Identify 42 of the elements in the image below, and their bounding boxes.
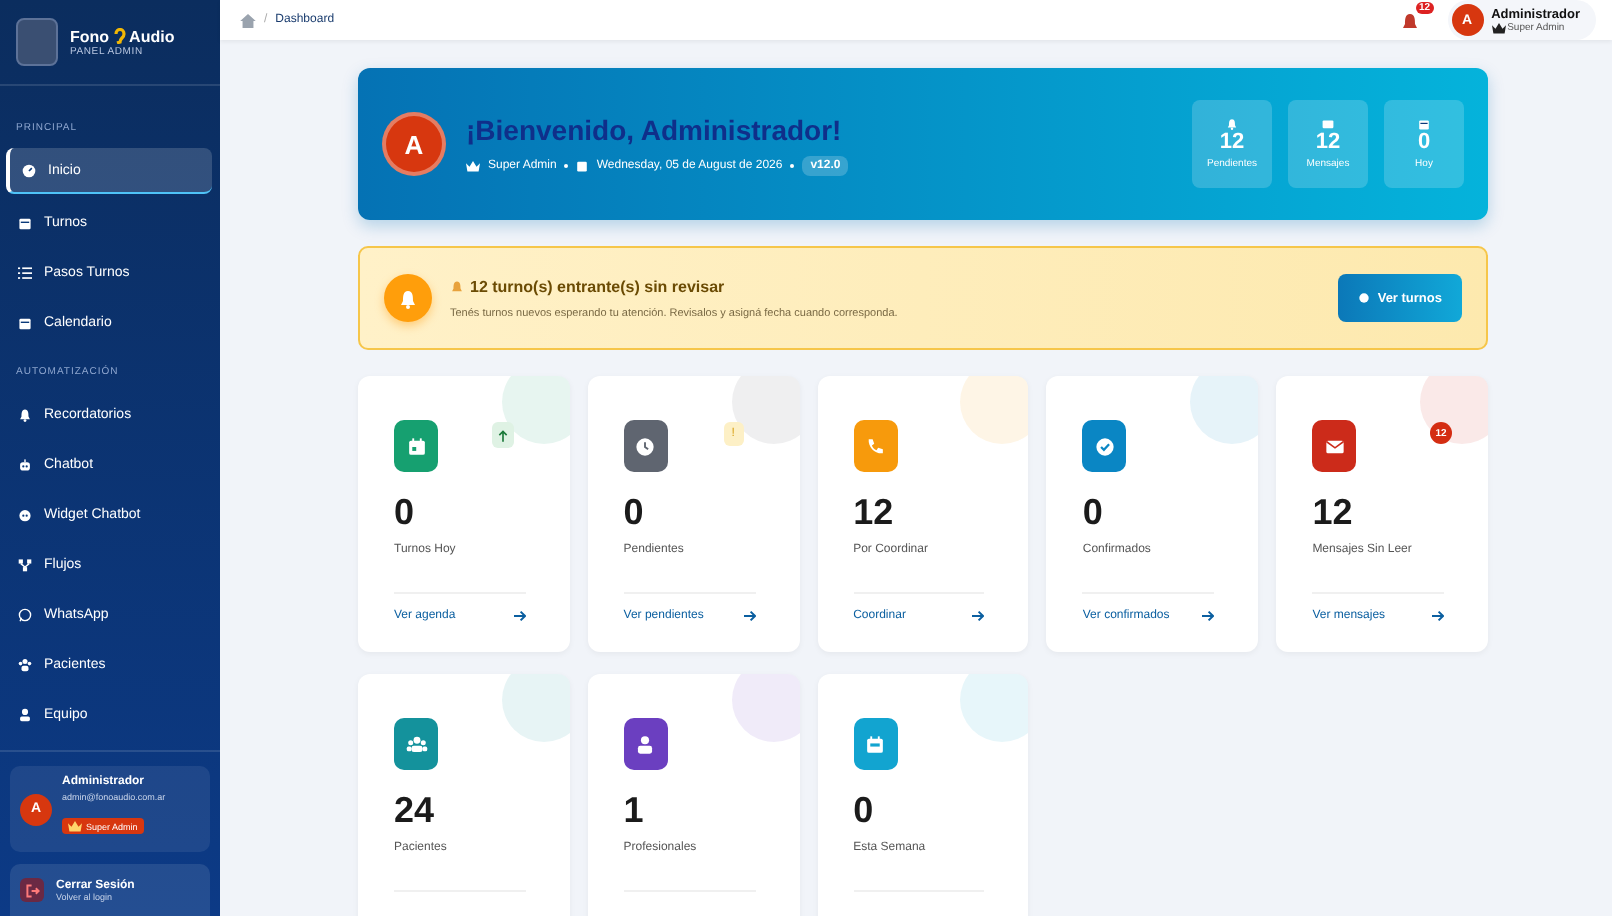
stat-value: 12 bbox=[1312, 492, 1355, 534]
list-icon bbox=[18, 265, 32, 279]
crown-icon bbox=[1491, 21, 1506, 33]
people-icon bbox=[18, 657, 32, 671]
bell-icon bbox=[1226, 118, 1238, 130]
chat-icon bbox=[18, 607, 32, 621]
phone-icon bbox=[864, 435, 887, 457]
home-icon[interactable] bbox=[240, 13, 256, 27]
arrow-icon[interactable] bbox=[513, 610, 526, 622]
crown-icon bbox=[466, 159, 480, 171]
alert-title: 12 turno(s) entrante(s) sin revisar bbox=[470, 277, 725, 295]
arrow-icon[interactable] bbox=[972, 610, 985, 622]
stat-value: 0 bbox=[853, 790, 876, 832]
robot-icon bbox=[18, 457, 32, 471]
dashboard-icon bbox=[22, 163, 36, 177]
clock-icon bbox=[634, 435, 657, 457]
arrow-icon[interactable] bbox=[743, 610, 756, 622]
stat-value: 12 bbox=[853, 492, 896, 534]
stat-value: 1 bbox=[623, 790, 646, 832]
stat-value: 0 bbox=[394, 492, 417, 534]
welcome-title: ¡Bienvenido, Administrador! bbox=[466, 113, 844, 145]
brand-name: Fono bbox=[70, 27, 110, 45]
stat-value: 24 bbox=[394, 790, 437, 832]
robot-icon bbox=[18, 507, 32, 521]
network-icon bbox=[18, 557, 32, 571]
logo-icon bbox=[16, 18, 58, 66]
ear-icon bbox=[113, 28, 126, 44]
person-icon bbox=[634, 733, 657, 755]
bell-icon bbox=[18, 407, 32, 421]
arrow-icon[interactable] bbox=[1432, 610, 1444, 622]
stat-value: 0 bbox=[623, 492, 646, 534]
trend-badge bbox=[491, 422, 514, 448]
person-icon bbox=[18, 707, 32, 721]
bell-icon bbox=[450, 279, 464, 293]
bell-icon bbox=[398, 287, 418, 309]
brand-name: Audio bbox=[129, 27, 175, 45]
crown-icon bbox=[68, 820, 82, 832]
people-icon bbox=[405, 733, 427, 755]
stat-value: 0 bbox=[1082, 492, 1105, 534]
avatar: A bbox=[382, 112, 446, 176]
arrow-icon[interactable] bbox=[1202, 610, 1215, 622]
logout-icon bbox=[25, 883, 39, 897]
